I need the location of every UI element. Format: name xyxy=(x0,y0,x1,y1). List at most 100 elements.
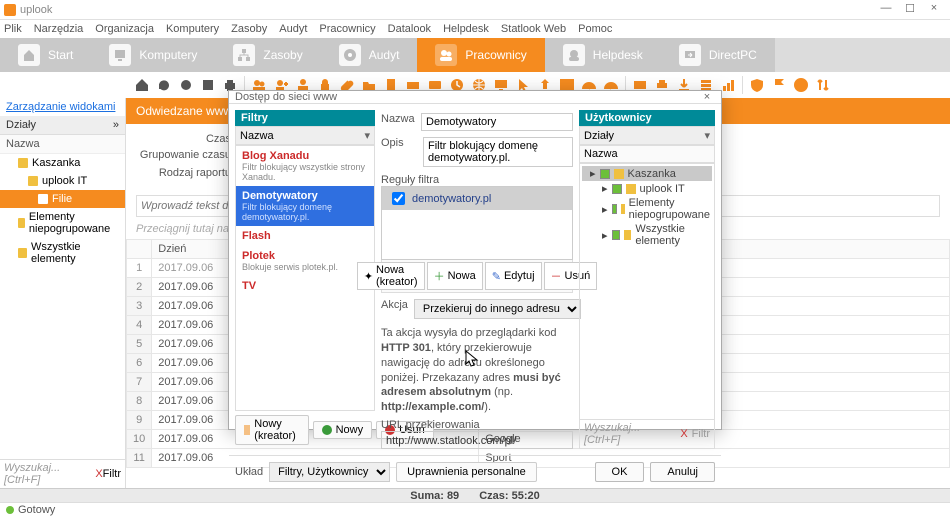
remote-icon xyxy=(679,44,701,66)
expand-icon[interactable]: ▸ xyxy=(602,203,608,216)
rules-label: Reguły filtra xyxy=(381,174,573,186)
tree-node[interactable]: ▸Kaszanka xyxy=(582,166,712,181)
left-item-uplook[interactable]: uplook IT xyxy=(0,172,125,190)
menu-pomoc[interactable]: Pomoc xyxy=(578,23,612,35)
left-item-filie[interactable]: Filie xyxy=(0,190,125,208)
rule-item[interactable]: demotywatory.pl xyxy=(382,187,572,210)
close-window-button[interactable]: × xyxy=(922,2,946,18)
tree-checkbox[interactable] xyxy=(612,204,617,214)
tab-zasoby[interactable]: Zasoby xyxy=(215,38,320,72)
ok-button[interactable]: OK xyxy=(595,462,645,482)
left-filter-button[interactable]: Filtr xyxy=(103,468,121,480)
maximize-button[interactable]: ☐ xyxy=(898,2,922,18)
tool-flag-icon[interactable] xyxy=(769,75,789,95)
title-bar: uplook — ☐ × xyxy=(0,0,950,20)
url-input[interactable]: http://www.statlook.com/pl/ xyxy=(381,431,573,449)
menu-datalook[interactable]: Datalook xyxy=(388,23,431,35)
tool-gear-icon[interactable] xyxy=(176,75,196,95)
menu-narzedzia[interactable]: Narzędzia xyxy=(34,23,84,35)
expand-icon[interactable]: ▸ xyxy=(602,229,608,242)
filter-item[interactable]: Blog XanaduFiltr blokujący wszystkie str… xyxy=(236,146,374,186)
tool-refresh-icon[interactable] xyxy=(154,75,174,95)
layout-select[interactable]: Filtry, Użytkownicy xyxy=(269,462,390,482)
left-header[interactable]: Działy» xyxy=(0,116,125,135)
param-grp-label: Grupowanie czasu xyxy=(136,149,231,161)
rule-new-wizard-button[interactable]: ✦Nowa (kreator) xyxy=(357,262,425,290)
manage-views-link[interactable]: Zarządzanie widokami xyxy=(0,98,125,116)
filter-list: Blog XanaduFiltr blokujący wszystkie str… xyxy=(235,145,375,411)
menu-komputery[interactable]: Komputery xyxy=(166,23,219,35)
menu-plik[interactable]: Plik xyxy=(4,23,22,35)
menu-helpdesk[interactable]: Helpdesk xyxy=(443,23,489,35)
menu-zasoby[interactable]: Zasoby xyxy=(231,23,267,35)
users-label-row[interactable]: Działy ▾ xyxy=(579,126,715,145)
param-rodzaj-label: Rodzaj raportu xyxy=(136,167,231,179)
tree-node[interactable]: ▸Elementy niepogrupowane xyxy=(582,196,712,222)
tab-komputery-label: Komputery xyxy=(139,48,197,62)
left-item-niepogrupowane[interactable]: Elementy niepogrupowane xyxy=(0,208,125,238)
personal-permissions-button[interactable]: Uprawnienia personalne xyxy=(396,462,537,482)
filter-item[interactable]: TV xyxy=(236,276,374,296)
wizard-icon xyxy=(244,425,250,435)
tab-directpc-label: DirectPC xyxy=(709,48,757,62)
tab-audyt[interactable]: Audyt xyxy=(321,38,418,72)
menu-audyt[interactable]: Audyt xyxy=(279,23,307,35)
tab-pracownicy[interactable]: Pracownicy xyxy=(417,38,544,72)
cell-num: 6 xyxy=(127,354,152,373)
rule-checkbox[interactable] xyxy=(392,192,405,205)
filter-item[interactable]: Flash xyxy=(236,226,374,246)
minimize-button[interactable]: — xyxy=(874,2,898,18)
menu-pracownicy[interactable]: Pracownicy xyxy=(319,23,375,35)
tool-block-icon[interactable] xyxy=(791,75,811,95)
fld-desc-input[interactable]: Filtr blokujący domenę demotywatory.pl. xyxy=(423,137,573,167)
rule-edit-button[interactable]: ✎Edytuj xyxy=(485,262,542,290)
app-title: uplook xyxy=(20,4,874,16)
left-item-wszystkie[interactable]: Wszystkie elementy xyxy=(0,238,125,268)
col-num[interactable] xyxy=(127,240,152,259)
left-search[interactable]: Wyszukaj... [Ctrl+F] xyxy=(4,462,95,486)
fld-name-input[interactable] xyxy=(421,113,573,131)
tool-save-icon[interactable] xyxy=(198,75,218,95)
left-item-kaszanka[interactable]: Kaszanka xyxy=(0,154,125,172)
menu-organizacja[interactable]: Organizacja xyxy=(95,23,154,35)
tab-komputery[interactable]: Komputery xyxy=(91,38,215,72)
folder-icon xyxy=(18,248,27,258)
left-clear-button[interactable]: X xyxy=(95,468,102,480)
tree-checkbox[interactable] xyxy=(600,169,610,179)
plus-icon: ＋ xyxy=(434,268,445,284)
filter-title: TV xyxy=(242,280,368,292)
tab-start[interactable]: Start xyxy=(0,38,91,72)
rule-new-button[interactable]: ＋Nowa xyxy=(427,262,483,290)
cell-num: 8 xyxy=(127,392,152,411)
new-button[interactable]: Nowy xyxy=(313,421,373,439)
tree-node[interactable]: ▸Wszystkie elementy xyxy=(582,222,712,248)
cell-num: 1 xyxy=(127,259,152,278)
new-wizard-button[interactable]: Nowy (kreator) xyxy=(235,415,309,445)
tree-checkbox[interactable] xyxy=(612,230,620,240)
filter-item[interactable]: PlotekBlokuje serwis plotek.pl. xyxy=(236,246,374,276)
tool-sort-icon[interactable] xyxy=(813,75,833,95)
tab-helpdesk[interactable]: Helpdesk xyxy=(545,38,661,72)
tree-checkbox[interactable] xyxy=(612,184,622,194)
filter-button-row: Nowy (kreator) Nowy Usuń xyxy=(235,411,375,449)
filter-desc: Filtr blokujący wszystkie strony Xanadu. xyxy=(242,162,368,182)
tool-shield-icon[interactable] xyxy=(747,75,767,95)
filter-item[interactable]: DemotywatoryFiltr blokujący domenę demot… xyxy=(236,186,374,226)
tab-directpc[interactable]: DirectPC xyxy=(661,38,775,72)
left-item-label: Filie xyxy=(52,193,72,205)
users-filter-button[interactable]: Filtr xyxy=(692,428,710,440)
summary-bar: Suma: 89 Czas: 55:20 xyxy=(0,488,950,502)
action-select[interactable]: Przekieruj do innego adresu xyxy=(414,299,581,319)
expand-icon[interactable]: ▸ xyxy=(602,182,608,195)
users-search[interactable]: Wyszukaj... [Ctrl+F] xyxy=(584,422,676,446)
expand-icon[interactable]: ▸ xyxy=(590,167,596,180)
menu-statlook-web[interactable]: Statlook Web xyxy=(501,23,566,35)
main-tabs: Start Komputery Zasoby Audyt Pracownicy … xyxy=(0,38,950,72)
users-clear-button[interactable]: X xyxy=(680,428,687,440)
tree-node[interactable]: ▸uplook IT xyxy=(582,181,712,196)
folder-icon xyxy=(621,204,625,214)
cancel-button[interactable]: Anuluj xyxy=(650,462,715,482)
filters-name-header[interactable]: Nazwa ▾ xyxy=(235,126,375,145)
tool-home-icon[interactable] xyxy=(132,75,152,95)
dialog-close-button[interactable]: × xyxy=(699,91,715,103)
